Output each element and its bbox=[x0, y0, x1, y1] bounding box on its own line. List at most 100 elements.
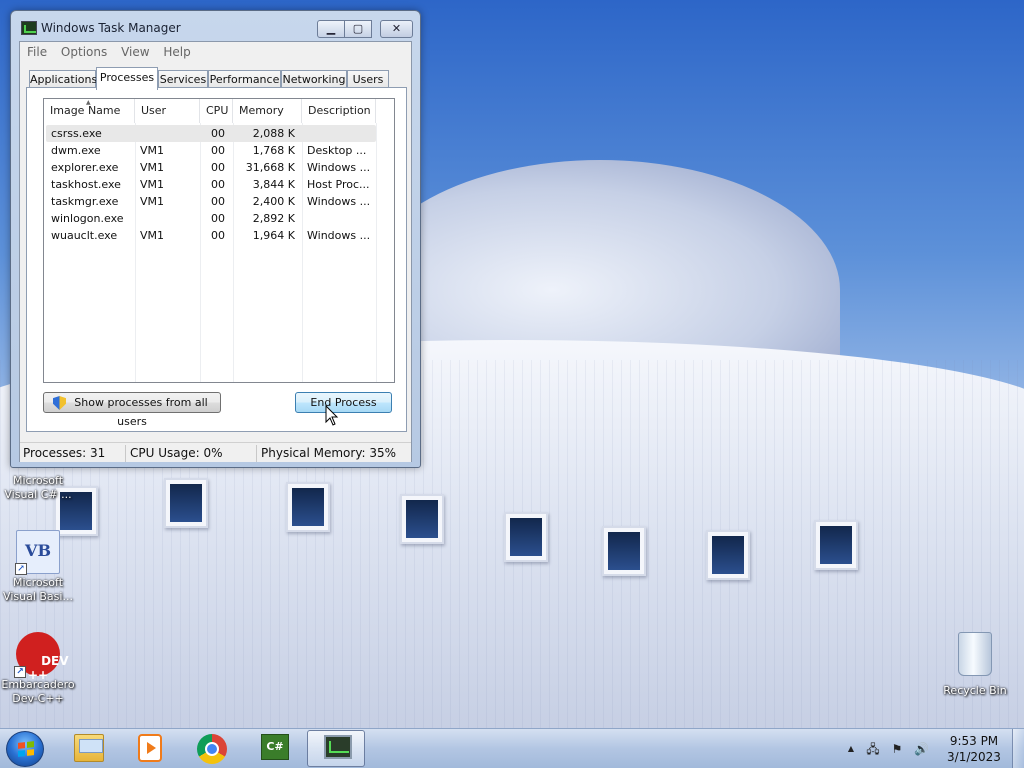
chrome-icon bbox=[197, 734, 227, 764]
desktop-icon-label: Recycle Bin bbox=[943, 684, 1007, 697]
title-bar[interactable]: Windows Task Manager ▁ ▢ ✕ bbox=[11, 11, 420, 41]
process-row[interactable]: taskhost.exe VM1 00 3,844 K Host Proc... bbox=[44, 176, 394, 193]
window-client-area: File Options View Help Applications Proc… bbox=[19, 41, 412, 462]
cell-cpu: 00 bbox=[211, 127, 225, 140]
column-header-cpu[interactable]: CPU bbox=[200, 99, 233, 123]
close-button[interactable]: ✕ bbox=[380, 20, 413, 38]
desktop-icon-label: Visual C# ... bbox=[4, 488, 72, 501]
cell-description: Windows ... bbox=[307, 195, 371, 208]
column-header-image-name[interactable]: ▲ Image Name bbox=[44, 99, 135, 123]
show-desktop-button[interactable] bbox=[1012, 729, 1024, 768]
cell-image-name: dwm.exe bbox=[51, 144, 101, 157]
minimize-button[interactable]: ▁ bbox=[317, 20, 345, 38]
process-row[interactable]: taskmgr.exe VM1 00 2,400 K Windows ... bbox=[44, 193, 394, 210]
menu-file[interactable]: File bbox=[20, 42, 52, 59]
taskbar-task-manager[interactable] bbox=[307, 730, 365, 767]
sort-ascending-icon: ▲ bbox=[86, 99, 91, 106]
cell-memory: 2,892 K bbox=[252, 212, 295, 225]
taskbar: C# ▲ 🖧 ⚑ 🔊 9:53 PM 3/1/2023 bbox=[0, 728, 1024, 768]
network-icon[interactable]: 🖧 bbox=[866, 742, 880, 756]
desktop-icon-label: Visual Basi... bbox=[3, 590, 73, 603]
volume-icon[interactable]: 🔊 bbox=[914, 742, 929, 756]
taskbar-explorer[interactable] bbox=[60, 730, 118, 767]
status-cpu-usage: CPU Usage: 0% bbox=[127, 445, 257, 462]
cell-image-name: taskhost.exe bbox=[51, 178, 121, 191]
cell-memory: 2,400 K bbox=[252, 195, 295, 208]
clock-date: 3/1/2023 bbox=[947, 750, 1001, 764]
end-process-button[interactable]: End Process bbox=[295, 392, 392, 413]
cell-memory: 1,768 K bbox=[252, 144, 295, 157]
wallpaper-window bbox=[814, 520, 858, 570]
task-manager-icon bbox=[324, 735, 352, 759]
column-header-memory[interactable]: Memory (... bbox=[233, 99, 302, 141]
cell-cpu: 00 bbox=[211, 229, 225, 242]
task-manager-window: Windows Task Manager ▁ ▢ ✕ File Options … bbox=[10, 10, 421, 468]
status-processes: Processes: 31 bbox=[20, 445, 126, 462]
cell-user-name: VM1 bbox=[140, 229, 165, 242]
cell-user-name: VM1 bbox=[140, 161, 165, 174]
process-row[interactable]: winlogon.exe 00 2,892 K bbox=[44, 210, 394, 227]
task-manager-icon bbox=[21, 21, 37, 35]
cell-cpu: 00 bbox=[211, 161, 225, 174]
desktop-icon-visual-csharp[interactable]: Microsoft Visual C# ... bbox=[0, 474, 78, 502]
status-physical-memory: Physical Memory: 35% bbox=[261, 446, 397, 460]
windows-logo-icon bbox=[18, 741, 34, 757]
visual-basic-icon: VB ↗ bbox=[15, 530, 60, 575]
menu-view[interactable]: View bbox=[116, 42, 154, 59]
window-title: Windows Task Manager bbox=[41, 21, 181, 35]
desktop-icon-dev-cpp[interactable]: DEV ++ ↗ Embarcadero Dev-C++ bbox=[0, 632, 78, 706]
taskbar-visual-csharp[interactable]: C# bbox=[246, 730, 304, 767]
cell-user-name bbox=[140, 125, 198, 142]
cell-user-name bbox=[140, 210, 198, 227]
shortcut-arrow-icon: ↗ bbox=[14, 666, 26, 678]
clock[interactable]: 9:53 PM 3/1/2023 bbox=[946, 733, 1002, 765]
wallpaper-window bbox=[400, 494, 444, 544]
desktop-icon-recycle-bin[interactable]: Recycle Bin bbox=[935, 632, 1015, 698]
taskbar-media-player[interactable] bbox=[120, 730, 178, 767]
action-center-flag-icon[interactable]: ⚑ bbox=[890, 742, 904, 756]
status-bar: Processes: 31 CPU Usage: 0% Physical Mem… bbox=[20, 442, 411, 462]
tab-strip: Applications Processes Services Performa… bbox=[28, 67, 408, 90]
cell-description: Host Proc... bbox=[307, 178, 370, 191]
menu-options[interactable]: Options bbox=[56, 42, 112, 59]
folder-icon bbox=[74, 734, 104, 762]
cell-cpu: 00 bbox=[211, 144, 225, 157]
desktop-icon-visual-basic[interactable]: VB ↗ Microsoft Visual Basi... bbox=[0, 530, 78, 604]
column-header-user-name[interactable]: User Name bbox=[135, 99, 200, 141]
wallpaper-window bbox=[504, 512, 548, 562]
tab-processes[interactable]: Processes bbox=[96, 67, 158, 90]
desktop-icon-label: Microsoft bbox=[12, 576, 64, 589]
process-list[interactable]: ▲ Image Name User Name CPU Memory (... D… bbox=[43, 98, 395, 383]
cell-image-name: wuauclt.exe bbox=[51, 229, 118, 242]
cell-memory: 1,964 K bbox=[252, 229, 295, 242]
visual-csharp-icon: C# bbox=[261, 734, 289, 760]
cell-cpu: 00 bbox=[211, 212, 225, 225]
cell-cpu: 00 bbox=[211, 178, 225, 191]
show-hidden-icons-icon[interactable]: ▲ bbox=[844, 742, 858, 756]
process-row[interactable]: wuauclt.exe VM1 00 1,964 K Windows ... bbox=[44, 227, 394, 244]
show-all-processes-button[interactable]: Show processes from all users bbox=[43, 392, 221, 428]
process-row[interactable]: csrss.exe 00 2,088 K bbox=[44, 125, 394, 142]
cell-image-name: csrss.exe bbox=[51, 127, 102, 140]
shortcut-arrow-icon: ↗ bbox=[15, 563, 27, 575]
cell-image-name: winlogon.exe bbox=[51, 212, 124, 225]
cell-user-name: VM1 bbox=[140, 178, 165, 191]
column-header-description[interactable]: Description bbox=[302, 99, 376, 123]
cell-description bbox=[307, 210, 375, 227]
desktop-icon-label: Microsoft bbox=[12, 474, 64, 487]
menu-help[interactable]: Help bbox=[158, 42, 195, 59]
maximize-button[interactable]: ▢ bbox=[345, 20, 372, 38]
processes-panel: ▲ Image Name User Name CPU Memory (... D… bbox=[26, 87, 407, 432]
process-row[interactable]: explorer.exe VM1 00 31,668 K Windows ... bbox=[44, 159, 394, 176]
wallpaper-window bbox=[286, 482, 330, 532]
process-row[interactable]: dwm.exe VM1 00 1,768 K Desktop ... bbox=[44, 142, 394, 159]
wallpaper-window bbox=[706, 530, 750, 580]
cell-description: Desktop ... bbox=[307, 144, 367, 157]
wallpaper-window bbox=[164, 478, 208, 528]
cell-cpu: 00 bbox=[211, 195, 225, 208]
taskbar-chrome[interactable] bbox=[183, 730, 241, 767]
start-button[interactable] bbox=[6, 731, 44, 767]
cell-image-name: explorer.exe bbox=[51, 161, 119, 174]
cell-memory: 2,088 K bbox=[252, 127, 295, 140]
cell-user-name: VM1 bbox=[140, 144, 165, 157]
